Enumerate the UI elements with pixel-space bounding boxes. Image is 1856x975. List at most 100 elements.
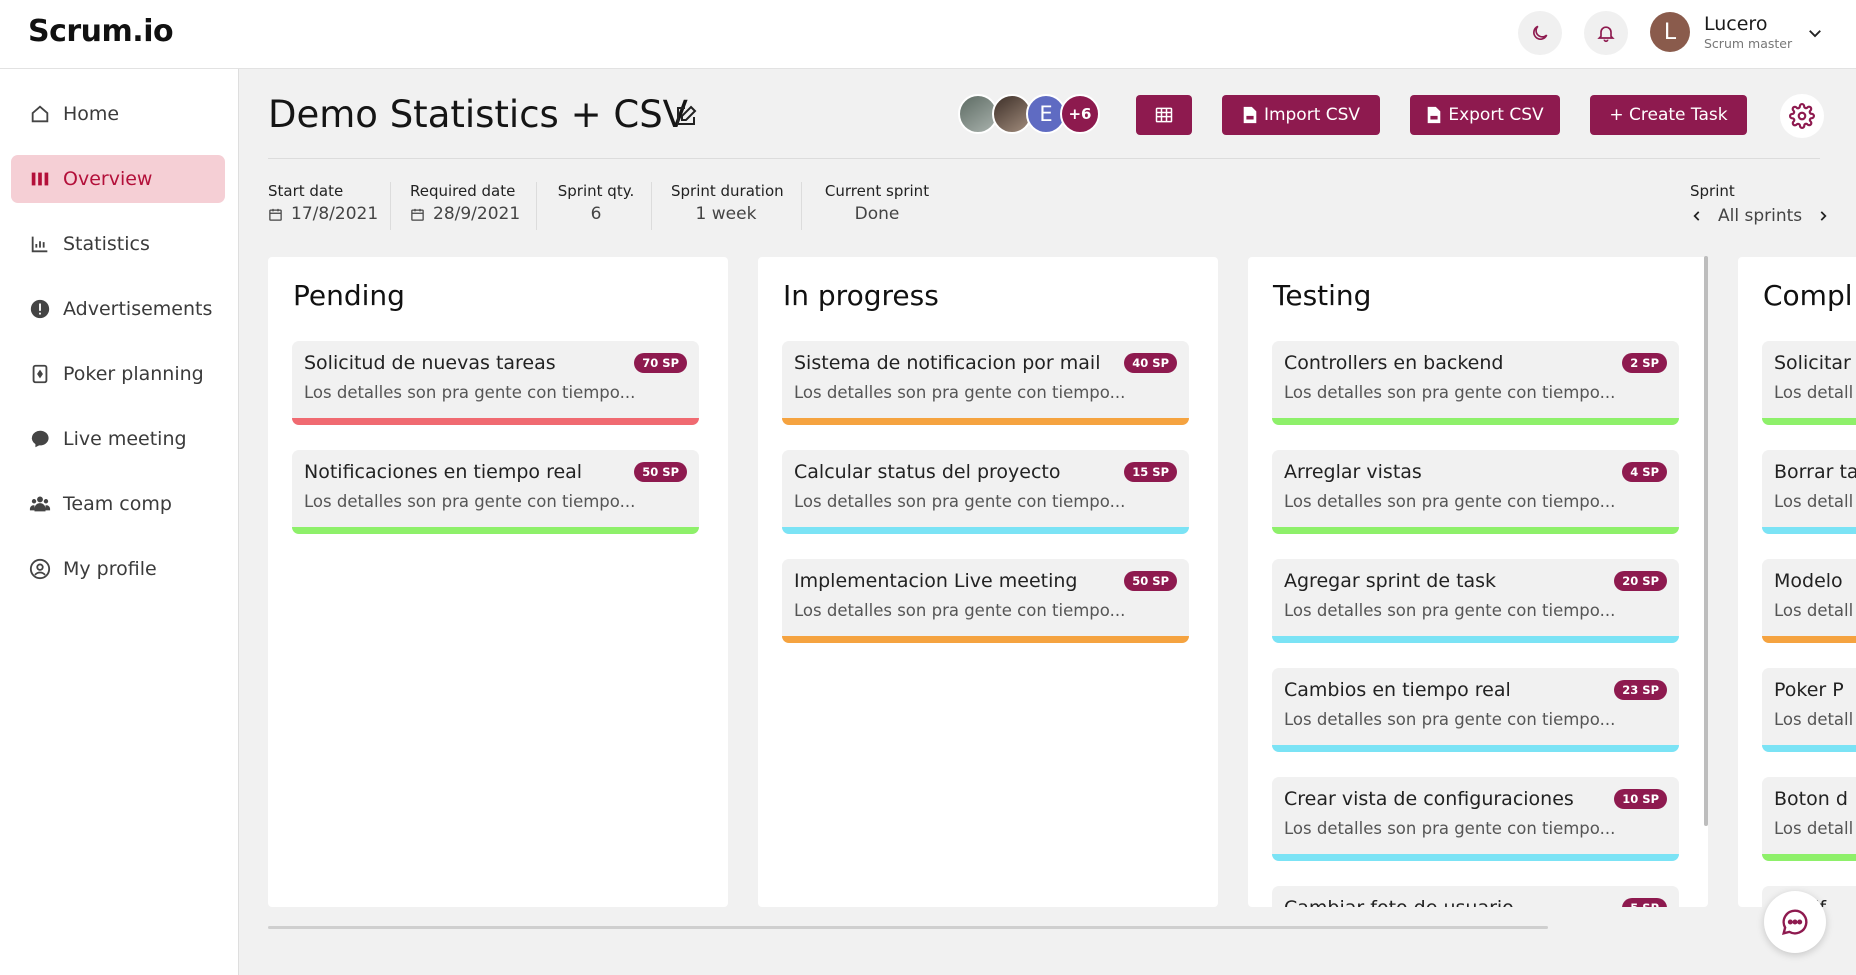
status-bar [292,418,699,425]
sidebar-item-poker-planning[interactable]: Poker planning [11,350,225,398]
story-points-badge: 10 SP [1614,789,1667,809]
task-title: Calcular status del proyecto [794,461,1061,483]
column-title: Pending [293,279,405,312]
task-card[interactable]: Cambiar foto de usuario 5 SP [1272,886,1679,907]
sidebar-item-home[interactable]: Home [11,90,225,138]
brand-logo[interactable]: Scrum.io [28,14,174,49]
column-testing: Testing Controllers en backend 2 SP Los … [1248,257,1708,907]
sprint-duration-label: Sprint duration [671,182,784,200]
import-csv-button[interactable]: Import CSV [1222,95,1380,135]
calendar-icon [411,208,424,221]
sidebar-item-label: Team comp [63,493,172,515]
column-title: In progress [783,279,939,312]
sidebar-item-statistics[interactable]: Statistics [11,220,225,268]
sidebar-item-label: Home [63,103,120,125]
sidebar-item-advertisements[interactable]: Advertisements [11,285,225,333]
settings-button[interactable] [1780,94,1824,138]
chevron-right-icon[interactable] [1816,209,1830,223]
story-points-badge: 23 SP [1614,680,1667,700]
task-card[interactable]: Notificaciones en tiempo real 50 SP Los … [292,450,699,534]
profile-icon [29,558,51,580]
task-title: Sistema de notificacion por mail [794,352,1101,374]
sprint-value: All sprints [1718,206,1803,226]
table-view-button[interactable] [1136,95,1192,135]
sidebar-item-label: Advertisements [63,298,213,320]
sprint-selector: Sprint All sprints [1690,182,1830,226]
start-date-label: Start date [268,182,344,200]
task-card[interactable]: Calcular status del proyecto 15 SP Los d… [782,450,1189,534]
task-card[interactable]: Sistema de notificacion por mail 40 SP L… [782,341,1189,425]
create-task-button[interactable]: + Create Task [1590,95,1747,135]
task-description: Los detall [1774,710,1854,729]
sidebar-item-label: Overview [63,168,153,190]
status-bar [1762,854,1856,861]
column-in-progress: In progress Sistema de notificacion por … [758,257,1218,907]
task-description: Los detalles son pra gente con tiempo... [304,492,636,511]
task-card[interactable]: Solicitar Los detall [1762,341,1856,425]
required-date-label: Required date [410,182,516,200]
edit-icon[interactable] [674,104,698,128]
story-points-badge: 50 SP [634,462,687,482]
dark-mode-button[interactable] [1518,11,1562,55]
task-description: Los detall [1774,492,1854,511]
sidebar-item-live-meeting[interactable]: Live meeting [11,415,225,463]
task-description: Los detalles son pra gente con tiempo... [1284,819,1616,838]
sprint-qty-label: Sprint qty. [557,182,635,200]
user-avatar[interactable]: L [1650,12,1690,52]
task-title: Cambiar foto de usuario [1284,897,1514,907]
team-icon [29,496,51,512]
task-description: Los detall [1774,383,1854,402]
sidebar-item-my-profile[interactable]: My profile [11,545,225,593]
task-card[interactable]: Implementacion Live meeting 50 SP Los de… [782,559,1189,643]
column-scrollbar[interactable] [1704,256,1708,826]
notifications-button[interactable] [1584,11,1628,55]
sidebar: Home Overview Statistics Advertisements … [0,69,239,975]
task-title: Modelo [1774,570,1843,592]
chat-button[interactable] [1764,891,1826,953]
export-csv-button[interactable]: Export CSV [1410,95,1560,135]
task-card[interactable]: Solicitud de nuevas tareas 70 SP Los det… [292,341,699,425]
task-card[interactable]: Controllers en backend 2 SP Los detalles… [1272,341,1679,425]
task-card[interactable]: Arreglar vistas 4 SP Los detalles son pr… [1272,450,1679,534]
sidebar-item-team-comp[interactable]: Team comp [11,480,225,528]
task-card[interactable]: Poker P Los detall [1762,668,1856,752]
status-bar [1272,854,1679,861]
board-scrollbar[interactable] [268,926,1548,929]
divider [390,182,391,230]
chevron-down-icon[interactable] [1806,24,1824,42]
task-title: Implementacion Live meeting [794,570,1078,592]
task-card[interactable]: Boton d Los detall [1762,777,1856,861]
column-completed: Compl Solicitar Los detall Borrar ta Los… [1738,257,1856,907]
task-card[interactable]: Agregar sprint de task 20 SP Los detalle… [1272,559,1679,643]
more-members-badge[interactable]: +6 [1060,94,1100,134]
task-title: Notificaciones en tiempo real [304,461,583,483]
task-description: Los detalles son pra gente con tiempo... [1284,492,1616,511]
bell-icon [1597,26,1615,43]
task-title: Solicitar [1774,352,1851,374]
sidebar-item-label: Statistics [63,233,150,255]
status-bar [782,418,1189,425]
chevron-left-icon[interactable] [1690,209,1704,223]
status-bar [292,527,699,534]
task-description: Los detall [1774,819,1854,838]
task-card[interactable]: Crear vista de configuraciones 10 SP Los… [1272,777,1679,861]
task-title: Poker P [1774,679,1844,701]
chat-bubble-icon [31,430,49,448]
task-title: Borrar ta [1774,461,1856,483]
user-name[interactable]: Lucero [1704,13,1767,35]
import-csv-label: Import CSV [1263,105,1361,125]
status-bar [1762,418,1856,425]
sidebar-item-overview[interactable]: Overview [11,155,225,203]
task-card[interactable]: Modelo Los detall [1762,559,1856,643]
task-title: Solicitud de nuevas tareas [304,352,556,374]
table-icon [1155,107,1173,123]
story-points-badge: 4 SP [1622,462,1667,482]
sprint-label: Sprint [1690,182,1735,200]
task-description: Los detalles son pra gente con tiempo... [1284,383,1616,402]
divider [268,158,1820,159]
main-content: Demo Statistics + CSV E +6 Import CSV Ex… [240,69,1856,975]
task-description: Los detall [1774,601,1854,620]
task-card[interactable]: Cambios en tiempo real 23 SP Los detalle… [1272,668,1679,752]
required-date-info: Required date 28/9/2021 [410,182,520,224]
task-card[interactable]: Borrar ta Los detall [1762,450,1856,534]
